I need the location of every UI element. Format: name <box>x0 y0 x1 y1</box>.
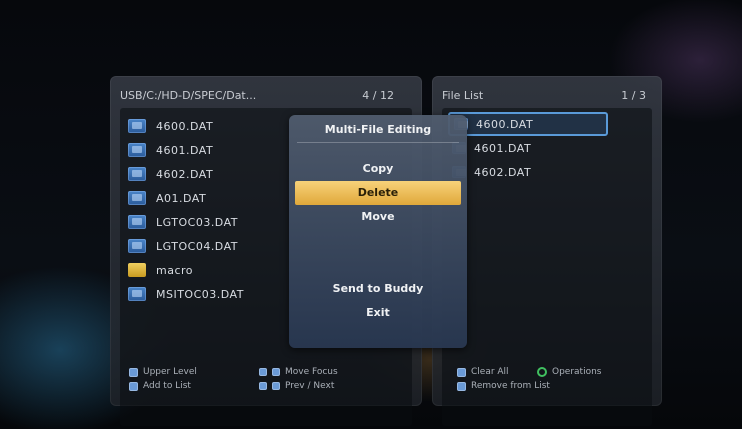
source-file-item[interactable]: A01.DAT <box>128 186 244 210</box>
source-file-item[interactable]: macro <box>128 258 244 282</box>
data-file-icon <box>128 167 146 181</box>
source-file-item[interactable]: 4600.DAT <box>128 114 244 138</box>
file-list-panel-header: File List 1 / 3 <box>442 86 652 104</box>
source-file-item[interactable]: MSITOC03.DAT <box>128 282 244 306</box>
menu-item-send-to-buddy[interactable]: Send to Buddy <box>295 277 461 301</box>
selected-file-item[interactable]: 4600.DAT <box>448 112 608 136</box>
source-file-list: 4600.DAT 4601.DAT 4602.DAT A01.DAT LGTOC03.D… <box>128 114 244 306</box>
popup-title: Multi-File Editing <box>324 123 432 136</box>
selected-file-list: 4600.DAT 4601.DAT 4602.DAT <box>448 112 608 184</box>
menu-item-copy[interactable]: Copy <box>295 157 461 181</box>
footer-left-legend: Upper Level Move Focus Add to List Prev … <box>129 365 409 393</box>
source-file-item[interactable]: 4601.DAT <box>128 138 244 162</box>
remove-key-icon <box>457 381 466 391</box>
add-to-list-hint: Add to List <box>143 381 191 391</box>
selected-file-item[interactable]: 4601.DAT <box>448 136 608 160</box>
source-file-name: LGTOC04.DAT <box>156 239 238 253</box>
source-file-name: 4602.DAT <box>156 167 214 181</box>
clear-key-icon <box>457 367 466 377</box>
source-file-name: 4601.DAT <box>156 143 214 157</box>
page-indicator: 4 / 12 <box>362 88 394 102</box>
menu-item-exit[interactable]: Exit <box>295 301 461 325</box>
source-file-item[interactable]: 4602.DAT <box>128 162 244 186</box>
menu-item-disabled <box>295 253 461 277</box>
menu-item-move[interactable]: Move <box>295 205 461 229</box>
current-path: USB/C:/HD-D/SPEC/Dat... <box>120 88 257 102</box>
operations-key-icon <box>537 367 547 377</box>
source-file-name: 4600.DAT <box>156 119 214 133</box>
prev-next-hint: Prev / Next <box>285 381 335 391</box>
selected-file-name: 4600.DAT <box>476 117 534 131</box>
source-panel-header: USB/C:/HD-D/SPEC/Dat... 4 / 12 <box>120 86 412 104</box>
file-list-page-indicator: 1 / 3 <box>621 88 646 102</box>
selected-file-item[interactable]: 4602.DAT <box>448 160 608 184</box>
data-file-icon <box>128 119 146 133</box>
data-file-icon <box>128 215 146 229</box>
menu-item-delete[interactable]: Delete <box>295 181 461 205</box>
data-file-icon <box>128 239 146 253</box>
data-file-icon <box>128 287 146 301</box>
popup-divider <box>297 142 459 143</box>
data-file-icon <box>128 143 146 157</box>
prev-key-icon <box>259 382 267 390</box>
source-file-item[interactable]: LGTOC04.DAT <box>128 234 244 258</box>
menu-item-disabled <box>295 229 461 253</box>
selected-file-name: 4601.DAT <box>474 141 532 155</box>
left-key-icon <box>259 368 267 376</box>
back-key-icon <box>129 367 138 377</box>
multi-file-editing-popup: Multi-File Editing Copy Delete Move Send to… <box>289 115 467 348</box>
source-file-name: A01.DAT <box>156 191 207 205</box>
popup-menu: Copy Delete Move Send to Buddy Exit <box>295 157 461 325</box>
folder-icon <box>128 263 146 277</box>
source-file-name: LGTOC03.DAT <box>156 215 238 229</box>
next-key-icon <box>272 382 280 390</box>
clear-all-hint: Clear All <box>471 367 509 377</box>
upper-level-hint: Upper Level <box>143 367 197 377</box>
source-file-name: macro <box>156 263 194 277</box>
source-file-item[interactable]: LGTOC03.DAT <box>128 210 244 234</box>
tv-screen: USB/C:/HD-D/SPEC/Dat... 4 / 12 4600.DAT 4… <box>0 0 742 429</box>
remove-from-list-hint: Remove from List <box>471 381 550 391</box>
selected-file-name: 4602.DAT <box>474 165 532 179</box>
operations-hint: Operations <box>552 367 602 377</box>
right-key-icon <box>272 368 280 376</box>
file-list-title: File List <box>442 88 484 102</box>
data-file-icon <box>128 191 146 205</box>
add-key-icon <box>129 381 138 391</box>
source-file-name: MSITOC03.DAT <box>156 287 244 301</box>
footer-right-legend: Clear All Operations Remove from List <box>457 365 677 393</box>
move-focus-hint: Move Focus <box>285 367 338 377</box>
